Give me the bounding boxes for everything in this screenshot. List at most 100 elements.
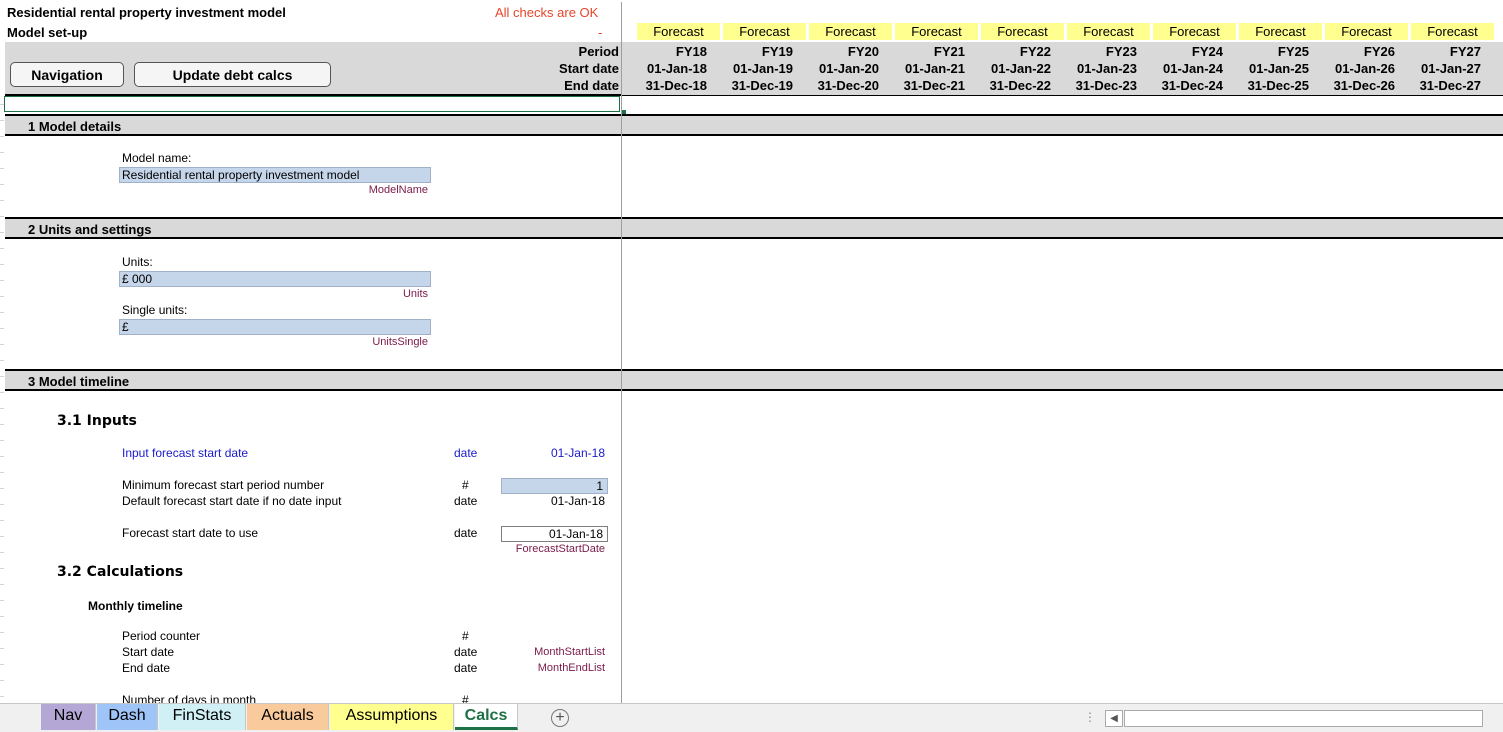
column-type: Forecast <box>1325 23 1408 40</box>
checks-dash: - <box>598 25 603 40</box>
sheet-tab-nav[interactable]: Nav <box>41 704 96 730</box>
row-gridline <box>0 296 4 297</box>
sheet-tab-calcs[interactable]: Calcs <box>455 704 518 730</box>
row-gridline <box>0 312 4 313</box>
section-units: 2 Units and settings <box>5 217 1503 239</box>
mstart-range: MonthStartList <box>534 646 605 658</box>
default-start-label: Default forecast start date if no date i… <box>122 494 342 508</box>
row-gridline <box>0 504 4 505</box>
use-start-unit: date <box>454 526 478 540</box>
checks-status: All checks are OK <box>495 5 599 20</box>
scroll-left-icon[interactable]: ◀ <box>1105 710 1123 727</box>
period-label: Period <box>578 44 619 59</box>
section-timeline: 3 Model timeline <box>5 369 1503 391</box>
counter-unit: # <box>462 629 469 643</box>
row-gridline <box>0 168 4 169</box>
column-start: 01-Jan-24 <box>1163 61 1223 76</box>
default-start-unit: date <box>454 494 478 508</box>
single-units-input[interactable]: £ <box>119 319 431 335</box>
sheet-tab-assumptions[interactable]: Assumptions <box>330 704 454 730</box>
sheet-tab-actuals[interactable]: Actuals <box>247 704 329 730</box>
row-gridline <box>0 248 4 249</box>
column-period: FY19 <box>761 44 793 59</box>
row-gridline <box>0 696 4 697</box>
update-debt-calcs-button[interactable]: Update debt calcs <box>134 62 331 87</box>
row-gridline <box>0 456 4 457</box>
mend-range: MonthEndList <box>537 662 605 674</box>
mend-label: End date <box>122 661 171 675</box>
splitter-icon[interactable]: ⋮ <box>1084 710 1096 724</box>
column-start: 01-Jan-22 <box>991 61 1051 76</box>
row-gridline <box>0 520 4 521</box>
column-start: 01-Jan-18 <box>647 61 707 76</box>
column-start: 01-Jan-20 <box>819 61 879 76</box>
column-period: FY26 <box>1363 44 1395 59</box>
column-end: 31-Dec-19 <box>731 78 793 93</box>
navigation-button[interactable]: Navigation <box>10 62 124 87</box>
column-end: 31-Dec-22 <box>989 78 1051 93</box>
horizontal-scrollbar[interactable] <box>1124 710 1483 727</box>
sheet-tab-dash[interactable]: Dash <box>97 704 158 730</box>
min-period-label: Minimum forecast start period number <box>122 478 325 492</box>
row-gridline <box>0 264 4 265</box>
sheet-tab-finstats[interactable]: FinStats <box>159 704 246 730</box>
section-model-details: 1 Model details <box>5 114 1503 136</box>
row-gridline <box>0 280 4 281</box>
freeze-pane-divider <box>621 2 622 704</box>
min-period-input[interactable]: 1 <box>501 478 608 494</box>
mstart-label: Start date <box>122 645 175 659</box>
row-gridline <box>0 152 4 153</box>
column-type: Forecast <box>723 23 806 40</box>
row-gridline <box>0 488 4 489</box>
column-start: 01-Jan-26 <box>1335 61 1395 76</box>
model-title: Residential rental property investment m… <box>7 5 286 20</box>
column-start: 01-Jan-27 <box>1421 61 1481 76</box>
column-period: FY21 <box>933 44 965 59</box>
use-start-cell: 01-Jan-18 <box>501 526 608 542</box>
row-gridline <box>0 328 4 329</box>
column-start: 01-Jan-23 <box>1077 61 1137 76</box>
calculations-heading: 3.2 Calculations <box>57 564 184 580</box>
column-type: Forecast <box>809 23 892 40</box>
column-period: FY25 <box>1277 44 1309 59</box>
section-title: 3 Model timeline <box>28 374 130 389</box>
row-gridline <box>0 648 4 649</box>
column-type: Forecast <box>895 23 978 40</box>
sheet-tab-bar: Nav Dash FinStats Actuals Assumptions Calcs +… <box>0 703 1503 732</box>
column-end: 31-Dec-21 <box>903 78 965 93</box>
column-start: 01-Jan-19 <box>733 61 793 76</box>
column-end: 31-Dec-20 <box>817 78 879 93</box>
model-name-range: ModelName <box>368 184 428 196</box>
row-gridline <box>0 360 4 361</box>
row-gridline <box>0 344 4 345</box>
row-gridline <box>0 536 4 537</box>
column-period: FY27 <box>1449 44 1481 59</box>
column-type: Forecast <box>981 23 1064 40</box>
units-input[interactable]: £ 000 <box>119 271 431 287</box>
model-name-label: Model name: <box>122 151 192 165</box>
column-start: 01-Jan-25 <box>1249 61 1309 76</box>
row-gridline <box>0 408 4 409</box>
row-gridline <box>0 440 4 441</box>
column-end: 31-Dec-18 <box>645 78 707 93</box>
default-start-value: 01-Jan-18 <box>550 494 605 508</box>
column-type: Forecast <box>1239 23 1322 40</box>
counter-label: Period counter <box>122 629 201 643</box>
selected-cell[interactable] <box>4 96 620 112</box>
sheet-subtitle: Model set-up <box>7 25 88 40</box>
add-sheet-icon[interactable]: + <box>551 709 569 727</box>
row-gridline <box>0 552 4 553</box>
column-period: FY24 <box>1191 44 1223 59</box>
row-gridline <box>0 392 4 393</box>
column-period: FY18 <box>675 44 707 59</box>
row-gridline <box>0 232 4 233</box>
row-gridline <box>0 472 4 473</box>
row-gridline <box>0 600 4 601</box>
monthly-heading: Monthly timeline <box>88 599 183 613</box>
model-name-input[interactable]: Residential rental property investment m… <box>119 167 431 183</box>
row-gridline <box>0 424 4 425</box>
column-end: 31-Dec-26 <box>1333 78 1395 93</box>
input-start-value[interactable]: 01-Jan-18 <box>500 446 605 460</box>
column-type: Forecast <box>1153 23 1236 40</box>
row-gridline <box>0 216 4 217</box>
